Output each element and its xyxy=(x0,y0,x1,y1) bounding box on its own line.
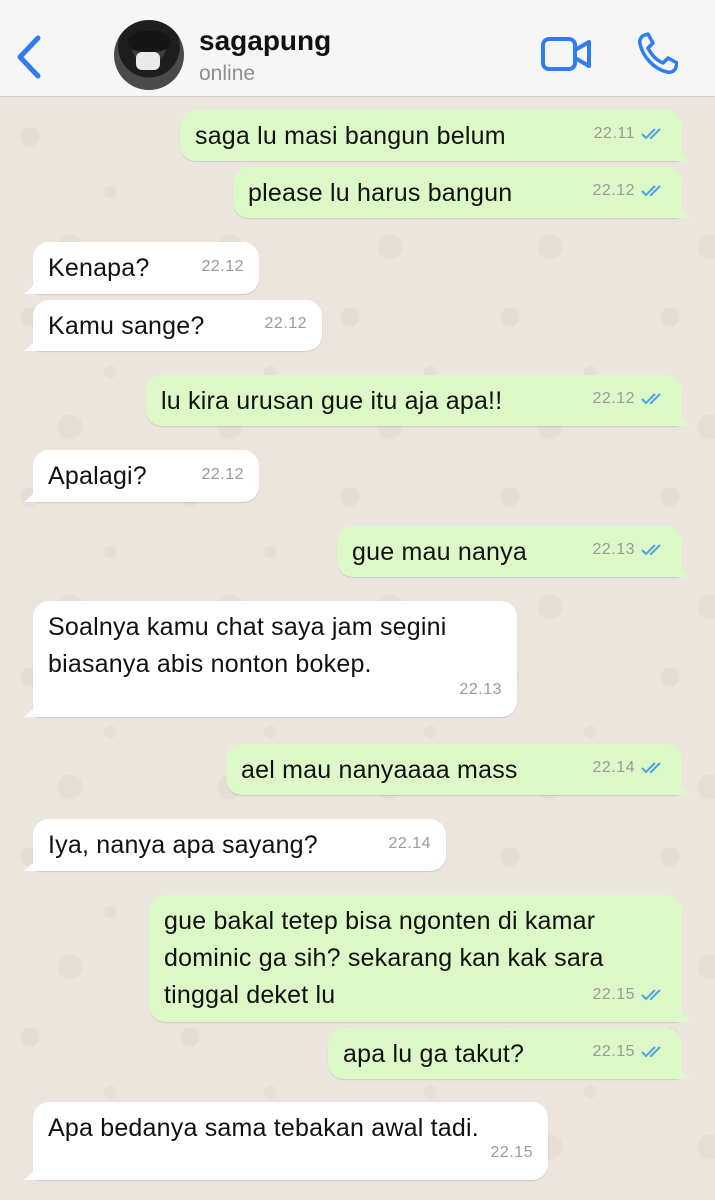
message-text: apa lu ga takut? xyxy=(343,1040,525,1068)
message-time: 22.11 xyxy=(593,125,635,142)
message-meta: 22.12 xyxy=(201,456,244,493)
message-text: Apalagi? xyxy=(48,462,147,490)
contact-status: online xyxy=(199,62,256,85)
message-time: 22.14 xyxy=(592,759,635,776)
phone-icon[interactable] xyxy=(636,32,678,76)
message-bubble-incoming[interactable]: Iya, nanya apa sayang? 22.14 xyxy=(33,819,446,871)
read-receipt-icon xyxy=(641,761,661,773)
message-text: gue bakal tetep bisa ngonten di kamar do… xyxy=(164,907,604,1009)
message-text: Apa bedanya sama tebakan awal tadi. xyxy=(48,1114,479,1142)
video-call-icon[interactable] xyxy=(540,36,592,72)
message-time: 22.15 xyxy=(490,1144,533,1161)
message-bubble-incoming[interactable]: Kenapa? 22.12 xyxy=(33,242,259,294)
message-meta: 22.15 xyxy=(592,1033,667,1070)
message-bubble-incoming[interactable]: Soalnya kamu chat saya jam segini biasan… xyxy=(33,601,517,717)
message-meta: 22.15 xyxy=(490,1134,533,1171)
message-text: ael mau nanyaaaa mass xyxy=(241,756,518,784)
message-meta: 22.12 xyxy=(592,380,667,417)
message-text: saga lu masi bangun belum xyxy=(195,122,506,150)
chevron-left-icon[interactable] xyxy=(14,34,44,80)
message-bubble-outgoing[interactable]: lu kira urusan gue itu aja apa!! 22.12 xyxy=(146,375,682,426)
message-meta: 22.12 xyxy=(592,172,667,209)
message-bubble-outgoing[interactable]: saga lu masi bangun belum 22.11 xyxy=(180,110,682,161)
message-time: 22.14 xyxy=(388,835,431,852)
message-meta: 22.15 xyxy=(592,976,667,1013)
message-time: 22.12 xyxy=(592,182,635,199)
message-bubble-outgoing[interactable]: please lu harus bangun 22.12 xyxy=(233,167,682,218)
message-text: Kamu sange? xyxy=(48,312,205,340)
avatar[interactable] xyxy=(114,20,184,90)
message-text: Kenapa? xyxy=(48,254,150,282)
message-text: gue mau nanya xyxy=(352,538,527,566)
chat-area[interactable]: saga lu masi bangun belum 22.11 please l… xyxy=(0,97,715,1200)
read-receipt-icon xyxy=(641,543,661,555)
message-time: 22.15 xyxy=(592,1043,635,1060)
read-receipt-icon xyxy=(641,392,661,404)
message-meta: 22.14 xyxy=(592,749,667,786)
message-time: 22.12 xyxy=(201,258,244,275)
contact-name[interactable]: sagapung xyxy=(199,25,331,57)
message-meta: 22.12 xyxy=(201,248,244,285)
message-bubble-outgoing[interactable]: ael mau nanyaaaa mass 22.14 xyxy=(226,744,682,795)
message-meta: 22.11 xyxy=(594,115,667,152)
read-receipt-icon xyxy=(641,184,661,196)
message-meta: 22.13 xyxy=(459,671,502,708)
message-meta: 22.13 xyxy=(592,531,667,568)
read-receipt-icon xyxy=(641,1045,661,1057)
message-time: 22.15 xyxy=(592,986,635,1003)
message-time: 22.12 xyxy=(264,315,307,332)
message-bubble-outgoing[interactable]: apa lu ga takut? 22.15 xyxy=(328,1028,682,1079)
read-receipt-icon xyxy=(641,127,661,139)
message-text: please lu harus bangun xyxy=(248,179,513,207)
message-bubble-outgoing[interactable]: gue mau nanya 22.13 xyxy=(337,526,682,577)
message-bubble-incoming[interactable]: Kamu sange? 22.12 xyxy=(33,300,322,351)
message-time: 22.12 xyxy=(592,390,635,407)
message-time: 22.12 xyxy=(201,466,244,483)
message-text: Soalnya kamu chat saya jam segini biasan… xyxy=(48,613,447,678)
message-meta: 22.14 xyxy=(388,825,431,862)
message-meta: 22.12 xyxy=(264,305,307,342)
message-time: 22.13 xyxy=(459,681,502,698)
message-text: Iya, nanya apa sayang? xyxy=(48,831,318,859)
message-text: lu kira urusan gue itu aja apa!! xyxy=(161,387,503,415)
message-bubble-incoming[interactable]: Apa bedanya sama tebakan awal tadi. 22.1… xyxy=(33,1102,548,1180)
chat-header: sagapung online xyxy=(0,0,715,97)
read-receipt-icon xyxy=(641,988,661,1000)
message-bubble-outgoing[interactable]: gue bakal tetep bisa ngonten di kamar do… xyxy=(149,895,682,1022)
message-bubble-incoming[interactable]: Apalagi? 22.12 xyxy=(33,450,259,502)
message-time: 22.13 xyxy=(592,541,635,558)
